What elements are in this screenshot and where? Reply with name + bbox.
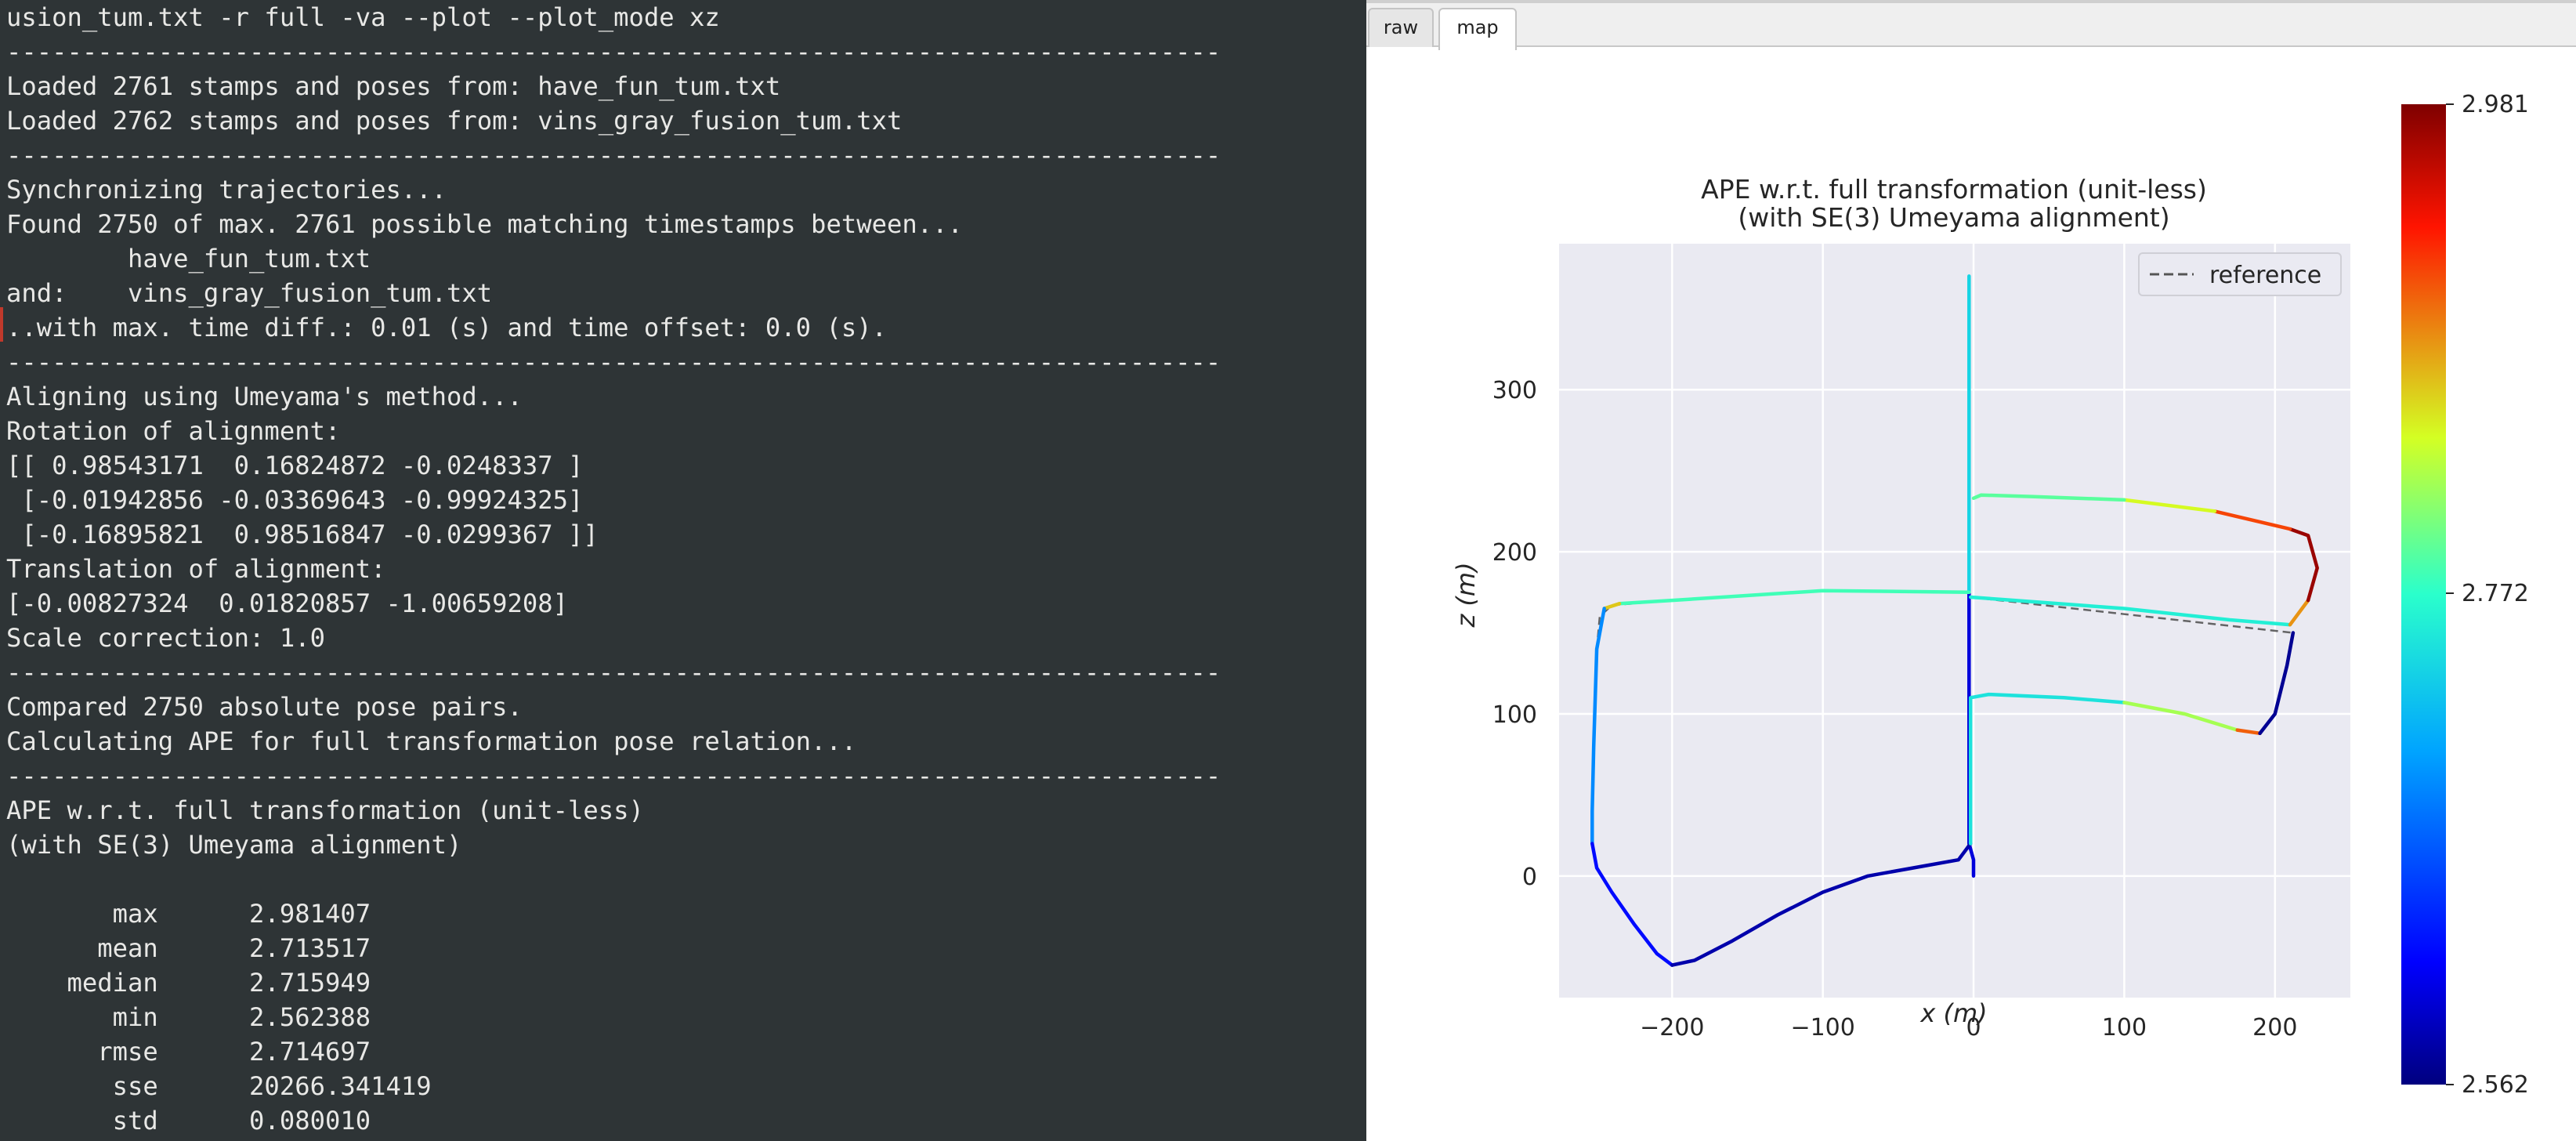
terminal-line: [-0.16895821 0.98516847 -0.0299367 ]] bbox=[6, 520, 599, 549]
plot-tab-bar: raw map bbox=[1366, 3, 2576, 50]
terminal-line: [-0.01942856 -0.03369643 -0.99924325] bbox=[6, 485, 584, 515]
chart-subtitle: (with SE(3) Umeyama alignment) bbox=[1738, 202, 2169, 233]
colorbar-tick-label: 2.772 bbox=[2462, 580, 2529, 607]
terminal-scroll-marker bbox=[0, 307, 3, 342]
terminal-output: usion_tum.txt -r full -va --plot --plot_… bbox=[6, 0, 1221, 1138]
plot-canvas-area: APE w.r.t. full transformation (unit-les… bbox=[1369, 50, 2573, 1141]
terminal-line: ..with max. time diff.: 0.01 (s) and tim… bbox=[6, 313, 887, 342]
x-axis-label: x (m) bbox=[1919, 998, 1987, 1028]
terminal-line: mean 2.713517 bbox=[6, 933, 371, 963]
terminal-line: ----------------------------------------… bbox=[6, 37, 1221, 67]
y-tick-label: 300 bbox=[1492, 377, 1537, 404]
x-tick-label: 200 bbox=[2252, 1014, 2297, 1041]
terminal-window[interactable]: usion_tum.txt -r full -va --plot --plot_… bbox=[0, 0, 1366, 1141]
terminal-line: Calculating APE for full transformation … bbox=[6, 726, 857, 756]
terminal-line: Loaded 2762 stamps and poses from: vins_… bbox=[6, 106, 903, 136]
terminal-line: [[ 0.98543171 0.16824872 -0.0248337 ] bbox=[6, 451, 584, 480]
terminal-line: sse 20266.341419 bbox=[6, 1071, 432, 1101]
terminal-line: [-0.00827324 0.01820857 -1.00659208] bbox=[6, 589, 569, 618]
legend-reference-label: reference bbox=[2209, 262, 2321, 289]
terminal-line: ----------------------------------------… bbox=[6, 140, 1221, 170]
terminal-line: Loaded 2761 stamps and poses from: have_… bbox=[6, 71, 781, 101]
tab-raw[interactable]: raw bbox=[1368, 8, 1434, 47]
chart-title: APE w.r.t. full transformation (unit-les… bbox=[1701, 174, 2207, 205]
plot-window: raw map APE w.r.t. full transformation (… bbox=[1366, 0, 2576, 1141]
terminal-line: max 2.981407 bbox=[6, 899, 371, 929]
terminal-line: rmse 2.714697 bbox=[6, 1037, 371, 1067]
y-tick-label: 100 bbox=[1492, 701, 1537, 729]
terminal-line: usion_tum.txt -r full -va --plot --plot_… bbox=[6, 2, 720, 32]
colorbar-ticks: 2.981 2.772 2.562 bbox=[2446, 91, 2529, 1099]
terminal-line: std 0.080010 bbox=[6, 1106, 371, 1136]
terminal-line: Compared 2750 absolute pose pairs. bbox=[6, 692, 523, 722]
terminal-line: median 2.715949 bbox=[6, 968, 371, 998]
y-tick-label: 0 bbox=[1522, 864, 1537, 891]
terminal-line: min 2.562388 bbox=[6, 1002, 371, 1032]
ape-trajectory-chart: APE w.r.t. full transformation (unit-les… bbox=[1451, 91, 2529, 1099]
terminal-line: Found 2750 of max. 2761 possible matchin… bbox=[6, 209, 963, 239]
chart-legend: reference bbox=[2138, 252, 2342, 296]
terminal-line: have_fun_tum.txt bbox=[6, 244, 371, 273]
x-tick-label: −100 bbox=[1790, 1014, 1854, 1041]
colorbar bbox=[2401, 104, 2446, 1085]
terminal-line: Rotation of alignment: bbox=[6, 416, 341, 446]
terminal-line: and: vins_gray_fusion_tum.txt bbox=[6, 278, 493, 308]
terminal-line: APE w.r.t. full transformation (unit-les… bbox=[6, 795, 644, 825]
colorbar-tick-label: 2.981 bbox=[2462, 91, 2529, 118]
terminal-line: Scale correction: 1.0 bbox=[6, 623, 325, 653]
tab-map[interactable]: map bbox=[1438, 8, 1517, 50]
x-tick-label: −200 bbox=[1640, 1014, 1704, 1041]
x-tick-label: 100 bbox=[2102, 1014, 2147, 1041]
terminal-line: Synchronizing trajectories... bbox=[6, 175, 447, 205]
terminal-line: ----------------------------------------… bbox=[6, 657, 1221, 687]
colorbar-tick-label: 2.562 bbox=[2462, 1071, 2529, 1099]
terminal-line: Aligning using Umeyama's method... bbox=[6, 382, 523, 411]
terminal-line: Translation of alignment: bbox=[6, 554, 386, 584]
terminal-line: (with SE(3) Umeyama alignment) bbox=[6, 830, 462, 860]
y-tick-label: 200 bbox=[1492, 539, 1537, 567]
y-axis-label: z (m) bbox=[1451, 562, 1481, 628]
terminal-line: ----------------------------------------… bbox=[6, 347, 1221, 377]
terminal-line: ----------------------------------------… bbox=[6, 761, 1221, 791]
